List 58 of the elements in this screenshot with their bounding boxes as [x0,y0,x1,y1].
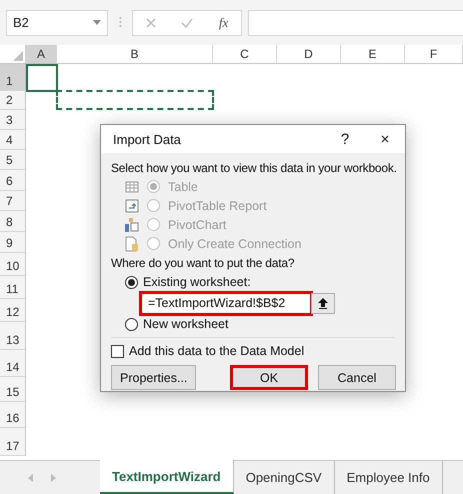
option-label: New worksheet [143,317,228,331]
active-cell-border [26,64,58,92]
row-header[interactable]: 3 [0,110,26,130]
option-label: PivotChart [168,218,226,232]
view-prompt: Select how you want to view this data in your workbook. [111,160,398,176]
row-header[interactable]: 5 [0,150,26,170]
table-icon [125,180,139,194]
row-header[interactable]: 7 [0,191,26,211]
corner-triangle-icon [13,51,23,61]
row-header[interactable]: 17 [0,428,26,456]
help-button[interactable]: ? [325,125,365,153]
row-header[interactable]: 2 [0,91,26,110]
row-header[interactable]: 9 [0,232,26,253]
column-header[interactable]: A [26,45,57,63]
close-button[interactable]: × [365,125,405,153]
check-icon[interactable] [181,18,194,28]
name-box[interactable]: B2 [6,10,108,36]
grip-icon [118,16,122,28]
row-header[interactable]: 12 [0,299,26,322]
cancel-icon[interactable] [146,18,156,28]
option-label: PivotTable Report [168,198,267,212]
radio-button[interactable] [125,276,138,288]
cell-reference: B2 [13,15,29,30]
row-header[interactable]: 13 [0,322,26,350]
dialog-button[interactable]: OK [230,365,308,390]
option-label: Existing worksheet: [143,275,251,289]
sheet-tab[interactable]: TextImportWizard [100,460,234,494]
sheet-tab[interactable]: Employee Info [334,461,443,494]
option-label: Only Create Connection [168,236,302,250]
location-field[interactable]: =TextImportWizard!$B$2 [141,292,311,314]
formula-field[interactable] [248,10,463,36]
option-label: Table [168,180,198,194]
place-prompt: Where do you want to put the data? [111,254,296,272]
up-arrow-icon [318,298,328,308]
row-header[interactable]: 8 [0,211,26,232]
row-header[interactable]: 14 [0,350,26,377]
insert-function-button[interactable]: fx [218,14,228,30]
connection-icon [125,236,139,252]
dialog-button[interactable]: Properties... [111,365,196,390]
next-sheet-icon[interactable] [51,474,56,482]
checkbox-label: Add this data to the Data Model [129,344,304,358]
dialog-title: Import Data [113,132,182,146]
radio-button[interactable] [125,318,138,330]
row-header[interactable]: 6 [0,170,26,191]
row-header[interactable]: 1 [0,64,26,91]
row-header[interactable]: 4 [0,130,26,150]
sheet-tab[interactable]: OpeningCSV [234,461,335,494]
pivot-chart-icon [125,216,139,232]
collapse-dialog-button[interactable] [311,292,335,314]
previous-sheet-icon[interactable] [28,474,33,482]
row-header[interactable]: 15 [0,377,26,402]
pivot-table-icon [125,198,139,212]
row-header[interactable]: 11 [0,276,26,299]
dropdown-icon[interactable] [93,20,101,25]
row-header[interactable]: 10 [0,253,26,276]
dialog-button[interactable]: Cancel [318,365,396,390]
checkbox[interactable] [111,344,124,358]
row-header[interactable]: 16 [0,402,26,428]
